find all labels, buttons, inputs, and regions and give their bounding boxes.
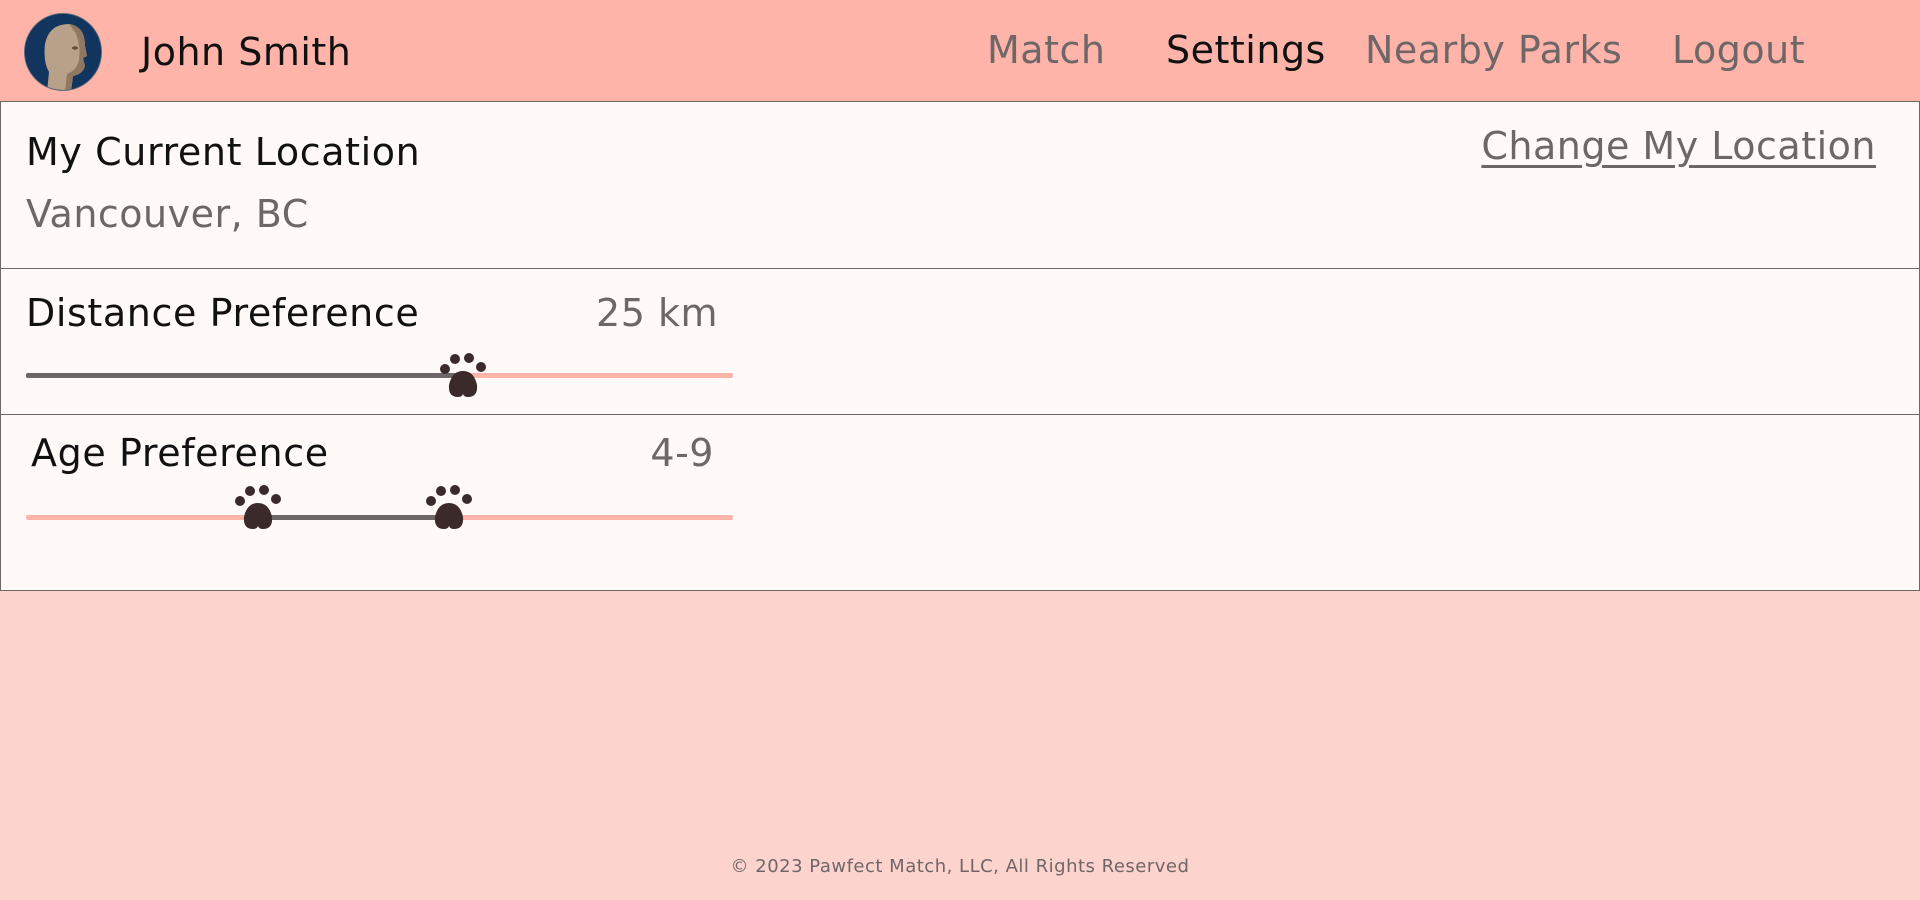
distance-title: Distance Preference: [26, 291, 420, 335]
distance-slider-fill: [26, 373, 465, 378]
paw-icon: [235, 485, 282, 529]
location-title: My Current Location: [26, 130, 421, 174]
location-value: Vancouver, BC: [26, 192, 309, 236]
top-header: John Smith Match Settings Nearby Parks L…: [0, 0, 1920, 102]
paw-icon: [426, 485, 473, 529]
nav-match[interactable]: Match: [987, 28, 1105, 72]
age-slider-min-handle[interactable]: [231, 483, 287, 531]
user-name: John Smith: [141, 30, 352, 74]
user-avatar-icon: [25, 14, 101, 90]
distance-slider[interactable]: [26, 373, 733, 378]
change-location-link[interactable]: Change My Location: [1481, 124, 1876, 168]
age-section: Age Preference 4-9: [0, 414, 1920, 591]
age-slider[interactable]: [26, 515, 733, 520]
distance-slider-handle[interactable]: [436, 351, 492, 399]
footer-copyright: © 2023 Pawfect Match, LLC, All Rights Re…: [730, 856, 1190, 877]
avatar[interactable]: [24, 13, 102, 91]
distance-value: 25 km: [596, 291, 718, 335]
age-value: 4-9: [650, 431, 714, 475]
age-title: Age Preference: [31, 431, 329, 475]
paw-icon: [440, 353, 487, 397]
location-section: My Current Location Vancouver, BC Change…: [0, 102, 1920, 269]
distance-section: Distance Preference 25 km: [0, 268, 1920, 415]
nav-nearby-parks[interactable]: Nearby Parks: [1365, 28, 1622, 72]
nav-logout[interactable]: Logout: [1672, 28, 1805, 72]
nav-settings[interactable]: Settings: [1166, 28, 1326, 72]
age-slider-max-handle[interactable]: [422, 483, 478, 531]
